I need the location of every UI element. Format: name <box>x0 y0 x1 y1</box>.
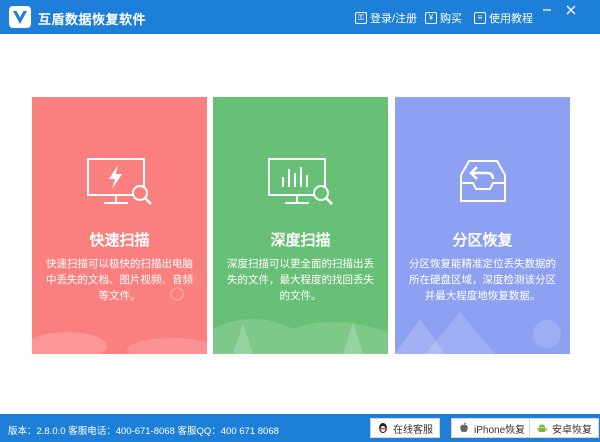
status-bar: 版本：2.8.0.0 客服电话：400-671-8068 客服QQ：400 67… <box>0 414 600 442</box>
minimize-button[interactable] <box>538 3 556 17</box>
deep-scan-title: 深度扫描 <box>270 232 331 249</box>
cloud-decoration <box>32 287 207 354</box>
hill-decoration <box>213 319 388 354</box>
book-icon: ≡ <box>474 12 486 24</box>
contact-info: 版本：2.8.0.0 客服电话：400-671-8068 客服QQ：400 67… <box>8 426 279 437</box>
close-icon <box>566 5 576 15</box>
cart-icon: ¥ <box>425 12 437 24</box>
deep-scan-card[interactable]: 深度扫描 深度扫描可以更全面的扫描出丢失的文件，最大程度的找回丢失的文件。 <box>213 97 388 354</box>
android-recovery-button[interactable]: 安卓恢复 <box>529 418 599 438</box>
tutorial-label: 使用教程 <box>489 13 533 25</box>
main-panel: 快速扫描 快速扫描可以极快的扫描出电脑中丢失的文档、图片视频、音频等文件。 深度… <box>0 34 600 414</box>
monitor-chart-icon <box>268 158 333 205</box>
online-service-label: 在线客服 <box>393 424 433 436</box>
buy-button[interactable]: ¥ 购买 <box>425 10 462 26</box>
login-button[interactable]: ⚿ 登录/注册 <box>355 10 417 26</box>
inbox-return-icon <box>460 160 506 202</box>
online-service-button[interactable]: 在线客服 <box>370 418 440 438</box>
key-icon: ⚿ <box>355 12 367 24</box>
qq-penguin-icon <box>379 423 387 433</box>
android-icon <box>537 424 547 432</box>
quick-scan-title: 快速扫描 <box>89 232 150 249</box>
monitor-lightning-icon <box>87 158 152 205</box>
quick-scan-card[interactable]: 快速扫描 快速扫描可以极快的扫描出电脑中丢失的文档、图片视频、音频等文件。 <box>32 97 207 354</box>
minimize-icon <box>543 9 551 11</box>
apple-icon <box>460 422 468 433</box>
app-logo-icon <box>9 6 31 28</box>
iphone-recovery-button[interactable]: iPhone恢复 <box>451 418 533 438</box>
close-button[interactable] <box>562 3 580 17</box>
iphone-recovery-label: iPhone恢复 <box>474 424 526 436</box>
partition-recovery-title: 分区恢复 <box>452 232 513 249</box>
title-bar: 互盾数据恢复软件 ⚿ 登录/注册 ¥ 购买 ≡ 使用教程 <box>0 0 600 34</box>
partition-recovery-card[interactable]: 分区恢复 分区恢复能精准定位丢失数据的所在硬盘区域，深度检测该分区并最大程度地恢… <box>395 97 570 354</box>
android-recovery-label: 安卓恢复 <box>552 424 592 436</box>
tutorial-button[interactable]: ≡ 使用教程 <box>474 10 533 26</box>
app-title: 互盾数据恢复软件 <box>38 12 147 27</box>
buy-label: 购买 <box>440 13 462 25</box>
login-label: 登录/注册 <box>370 13 418 25</box>
mountain-decoration <box>395 312 561 354</box>
